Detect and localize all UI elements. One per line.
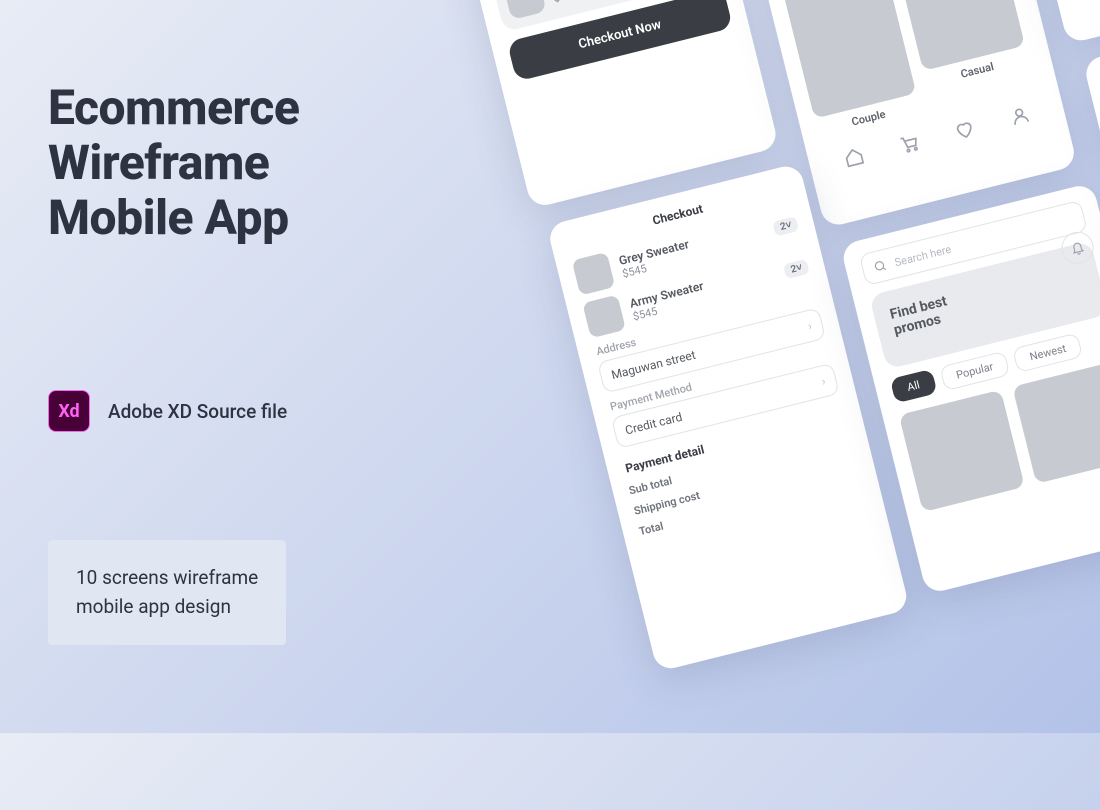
qty-value: 2: [779, 220, 787, 232]
mockup-stage: Army Sweater $545 Pink Sweater $545 Grey…: [440, 0, 1100, 810]
callout-line: mobile app design: [76, 595, 231, 618]
address-value: Maguwan street: [610, 348, 697, 382]
product-thumb: [503, 0, 547, 20]
screens-callout: 10 screens wireframe mobile app design: [48, 540, 286, 645]
title-line: Mobile App: [48, 189, 289, 246]
title-line: Ecommerce: [48, 79, 299, 136]
payment-value: Credit card: [624, 410, 684, 438]
qty-value: 2: [790, 263, 798, 275]
pill-label: Newest: [1028, 342, 1067, 364]
qty-stepper[interactable]: 2˅: [783, 258, 809, 278]
product-tile[interactable]: [899, 390, 1025, 512]
pill-label: Popular: [955, 360, 995, 382]
page-title: Ecommerce Wireframe Mobile App: [48, 80, 488, 246]
category-tile[interactable]: Casual: [897, 0, 1035, 109]
adobe-xd-badge: Xd: [48, 390, 90, 432]
xd-source-row: Xd Adobe XD Source file: [48, 390, 287, 432]
category-label: Couple: [850, 108, 887, 129]
qty-stepper[interactable]: 2˅: [773, 216, 799, 236]
pill-label: All: [906, 378, 921, 394]
heart-icon[interactable]: [952, 118, 976, 142]
callout-line: 10 screens wireframe: [76, 566, 258, 589]
cart-screen: Army Sweater $545 Pink Sweater $545 Grey…: [440, 0, 779, 209]
category-tile[interactable]: Couple: [783, 0, 921, 137]
home-icon[interactable]: [841, 145, 865, 169]
xd-source-label: Adobe XD Source file: [108, 400, 287, 423]
filter-pill-newest[interactable]: Newest: [1012, 332, 1083, 372]
product-thumb: [572, 252, 616, 296]
hero: Ecommerce Wireframe Mobile App: [48, 80, 488, 246]
checkout-screen: Checkout Grey Sweater $545 2˅ Army Sweat…: [546, 163, 910, 672]
filter-pill-all[interactable]: All: [890, 369, 937, 404]
product-price: $545: [552, 0, 625, 5]
checkout-label: Checkout Now: [577, 17, 663, 52]
cart-icon[interactable]: [897, 131, 921, 155]
title-line: Wireframe: [48, 134, 269, 191]
category-label: Casual: [959, 60, 995, 81]
search-placeholder: Search here: [893, 242, 952, 269]
xd-badge-text: Xd: [58, 401, 79, 422]
product-tile[interactable]: [1012, 361, 1100, 483]
bell-icon: [1069, 239, 1086, 256]
search-icon: [872, 258, 889, 275]
user-icon[interactable]: [1007, 104, 1031, 128]
product-thumb: [582, 295, 626, 339]
filter-pill-popular[interactable]: Popular: [939, 351, 1011, 392]
